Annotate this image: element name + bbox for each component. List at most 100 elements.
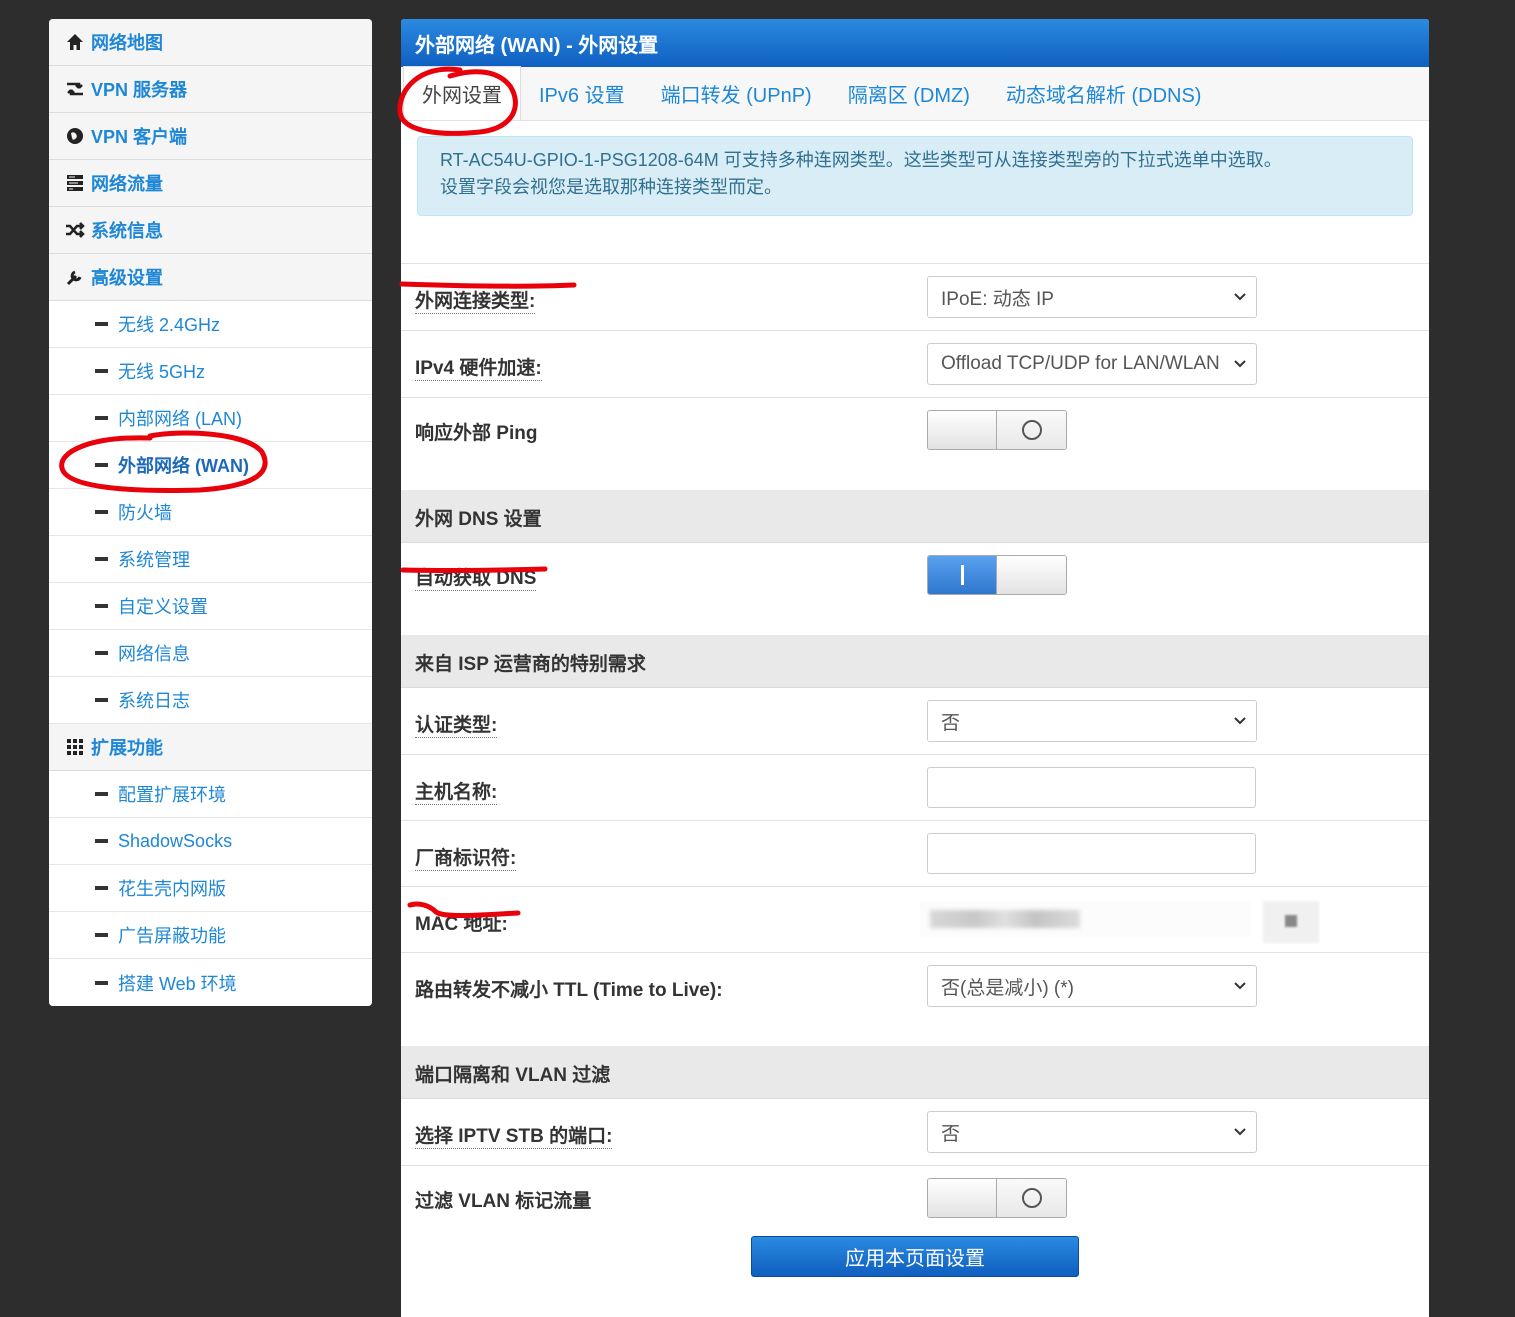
globe-icon	[65, 126, 85, 146]
section-dns: 外网 DNS 设置	[401, 490, 1429, 543]
row-wan-type: 外网连接类型: IPoE: 动态 IP	[401, 264, 1429, 331]
row-vendor: 厂商标识符:	[401, 821, 1429, 887]
ping-label: 响应外部 Ping	[415, 423, 538, 444]
sidebar-item-network-map[interactable]: 网络地图	[49, 19, 372, 66]
chevron-down-icon	[1234, 360, 1246, 368]
auth-select[interactable]: 否	[927, 700, 1257, 742]
sidebar-item-traffic[interactable]: 网络流量	[49, 160, 372, 207]
ttl-label: 路由转发不减小 TTL (Time to Live):	[415, 980, 723, 1001]
sidebar-item-custom[interactable]: 自定义设置	[49, 583, 372, 630]
dash-icon	[95, 463, 108, 467]
sidebar-item-extensions[interactable]: 扩展功能	[49, 724, 372, 771]
tab-wan-settings[interactable]: 外网设置	[403, 66, 521, 120]
sidebar-item-web-env[interactable]: 搭建 Web 环境	[49, 959, 372, 1006]
section-vlan: 端口隔离和 VLAN 过滤	[401, 1046, 1429, 1099]
sidebar-item-label: 配置扩展环境	[118, 785, 226, 805]
sidebar-item-label: 网络流量	[91, 174, 163, 194]
sidebar-item-label: 无线 2.4GHz	[118, 315, 221, 335]
dash-icon	[95, 510, 108, 514]
row-ttl: 路由转发不减小 TTL (Time to Live): 否(总是减小) (*)	[401, 953, 1429, 1046]
row-hw-accel: IPv4 硬件加速: Offload TCP/UDP for LAN/WLAN	[401, 331, 1429, 398]
mac-label: MAC 地址:	[415, 914, 508, 935]
vendor-input[interactable]	[927, 833, 1256, 874]
apply-button[interactable]: 应用本页面设置	[751, 1236, 1079, 1277]
mac-clone-button[interactable]	[1263, 901, 1319, 943]
ping-toggle[interactable]	[927, 410, 1067, 450]
sidebar-item-oray[interactable]: 花生壳内网版	[49, 865, 372, 912]
dash-icon	[95, 980, 108, 985]
info-line-2: 设置字段会视您是选取那种连接类型而定。	[440, 177, 782, 197]
sidebar-item-syslog[interactable]: 系统日志	[49, 677, 372, 724]
iptv-label: 选择 IPTV STB 的端口:	[415, 1121, 613, 1149]
sidebar-item-label: 外部网络 (WAN)	[118, 456, 249, 476]
dash-icon	[95, 416, 108, 420]
sidebar-item-wan[interactable]: 外部网络 (WAN)	[49, 442, 372, 489]
sidebar-item-wireless-5[interactable]: 无线 5GHz	[49, 348, 372, 395]
wrench-icon	[65, 267, 85, 287]
sidebar-item-label: VPN 客户端	[91, 127, 188, 147]
page-title: 外部网络 (WAN) - 外网设置	[401, 19, 1429, 67]
sidebar-item-firewall[interactable]: 防火墙	[49, 489, 372, 536]
vendor-label: 厂商标识符:	[415, 843, 517, 871]
sidebar-item-lan[interactable]: 内部网络 (LAN)	[49, 395, 372, 442]
mac-input-redacted[interactable]	[920, 901, 1250, 937]
grid-icon	[65, 737, 85, 757]
sidebar-item-shadowsocks[interactable]: ShadowSocks	[49, 818, 372, 865]
row-auth: 认证类型: 否	[401, 688, 1429, 755]
dash-icon	[95, 839, 108, 843]
row-dns-auto: 自动获取 DNS	[401, 543, 1429, 635]
sidebar-item-label: 网络地图	[91, 33, 163, 53]
sidebar-item-label: 系统信息	[91, 221, 163, 241]
sidebar-item-vpn-client[interactable]: VPN 客户端	[49, 113, 372, 160]
row-ping: 响应外部 Ping	[401, 398, 1429, 490]
sidebar-item-sysinfo[interactable]: 系统信息	[49, 207, 372, 254]
section-isp: 来自 ISP 运营商的特别需求	[401, 635, 1429, 688]
random-icon	[65, 220, 85, 240]
dns-section-title: 外网 DNS 设置	[415, 509, 542, 530]
tab-ddns[interactable]: 动态域名解析 (DDNS)	[988, 66, 1220, 120]
tab-dmz[interactable]: 隔离区 (DMZ)	[830, 66, 988, 120]
dash-icon	[95, 557, 108, 561]
auth-label: 认证类型:	[415, 710, 498, 738]
dash-icon	[95, 792, 108, 796]
wan-type-select[interactable]: IPoE: 动态 IP	[927, 276, 1257, 318]
sidebar-item-label: 无线 5GHz	[118, 362, 206, 382]
dash-icon	[95, 322, 108, 326]
sidebar-item-wireless-24[interactable]: 无线 2.4GHz	[49, 301, 372, 348]
sidebar-item-netinfo[interactable]: 网络信息	[49, 630, 372, 677]
sidebar-item-vpn-server[interactable]: VPN 服务器	[49, 66, 372, 113]
hw-accel-label: IPv4 硬件加速:	[415, 353, 542, 381]
sidebar-item-label: 内部网络 (LAN)	[118, 409, 243, 429]
vlan-filter-label: 过滤 VLAN 标记流量	[415, 1191, 592, 1212]
dash-icon	[95, 604, 108, 608]
sidebar-nav: 网络地图 VPN 服务器 VPN 客户端 网络流量 系统信息 高级设置 无线 2…	[49, 19, 372, 1006]
home-icon	[65, 32, 85, 52]
hw-accel-value: Offload TCP/UDP for LAN/WLAN	[941, 353, 1220, 374]
sidebar-item-advanced[interactable]: 高级设置	[49, 254, 372, 301]
info-alert: RT-AC54U-GPIO-1-PSG1208-64M 可支持多种连网类型。这些…	[417, 136, 1413, 216]
dns-auto-toggle[interactable]	[927, 555, 1067, 595]
dash-icon	[95, 369, 108, 373]
sidebar-item-label: 扩展功能	[91, 738, 163, 758]
sidebar-item-ext-env[interactable]: 配置扩展环境	[49, 771, 372, 818]
sidebar-item-label: 防火墙	[118, 503, 172, 523]
dash-icon	[95, 886, 108, 890]
hostname-input[interactable]	[927, 767, 1256, 808]
tab-ipv6[interactable]: IPv6 设置	[521, 66, 643, 120]
tab-upnp[interactable]: 端口转发 (UPnP)	[643, 66, 830, 120]
sidebar-item-label: 高级设置	[91, 268, 163, 288]
sidebar-item-admin[interactable]: 系统管理	[49, 536, 372, 583]
auth-value: 否	[941, 712, 961, 734]
vlan-filter-toggle[interactable]	[927, 1178, 1067, 1218]
dash-icon	[95, 651, 108, 655]
main-panel: 外部网络 (WAN) - 外网设置 外网设置 IPv6 设置 端口转发 (UPn…	[401, 19, 1429, 1317]
tab-bar: 外网设置 IPv6 设置 端口转发 (UPnP) 隔离区 (DMZ) 动态域名解…	[401, 66, 1429, 121]
hw-accel-select[interactable]: Offload TCP/UDP for LAN/WLAN	[927, 343, 1257, 385]
sidebar-item-label: 系统日志	[118, 691, 190, 711]
sidebar-item-adblock[interactable]: 广告屏蔽功能	[49, 912, 372, 959]
iptv-select[interactable]: 否	[927, 1111, 1257, 1153]
retweet-icon	[65, 79, 85, 99]
ttl-select[interactable]: 否(总是减小) (*)	[927, 965, 1257, 1007]
dash-icon	[95, 933, 108, 937]
chevron-down-icon	[1234, 1128, 1246, 1136]
